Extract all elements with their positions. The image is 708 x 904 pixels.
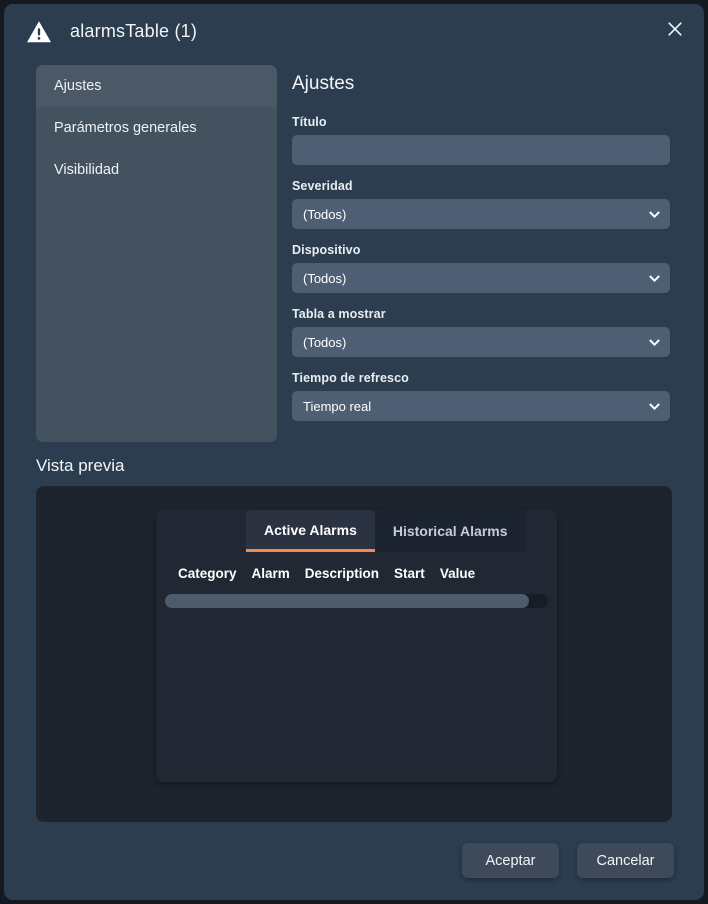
alarms-table-header-row: Category Alarm Description Start Value — [156, 552, 557, 581]
titulo-input[interactable] — [292, 135, 670, 165]
dialog-titlebar: alarmsTable (1) — [4, 4, 704, 59]
settings-form: Ajustes Título Severidad (Todos) Disposi… — [277, 65, 704, 442]
field-label: Dispositivo — [292, 243, 361, 257]
alarms-table-widget: Active Alarms Historical Alarms Category… — [156, 510, 557, 782]
column-header-description[interactable]: Description — [305, 566, 379, 581]
field-label: Título — [292, 115, 327, 129]
sidebar-item-label: Ajustes — [54, 78, 102, 94]
dialog-footer: Aceptar Cancelar — [462, 843, 674, 878]
sidebar-item-label: Visibilidad — [54, 162, 120, 178]
cancel-button[interactable]: Cancelar — [577, 843, 674, 878]
tab-active-alarms[interactable]: Active Alarms — [246, 510, 375, 552]
severidad-select[interactable]: (Todos) — [292, 199, 670, 229]
tabla-select[interactable]: (Todos) — [292, 327, 670, 357]
preview-panel: Active Alarms Historical Alarms Category… — [36, 486, 672, 822]
field-tabla-a-mostrar: Tabla a mostrar (Todos) — [292, 307, 670, 357]
close-icon — [667, 21, 683, 42]
field-titulo: Título — [292, 115, 670, 165]
tiempo-refresco-select[interactable]: Tiempo real — [292, 391, 670, 421]
widget-tabstrip: Active Alarms Historical Alarms — [156, 510, 557, 552]
column-header-start[interactable]: Start — [394, 566, 425, 581]
field-tiempo-de-refresco: Tiempo de refresco Tiempo real — [292, 371, 670, 421]
dialog-body: Ajustes Parámetros generales Visibilidad… — [4, 59, 704, 442]
column-header-category[interactable]: Category — [178, 566, 237, 581]
sidebar-item-parametros-generales[interactable]: Parámetros generales — [36, 107, 277, 149]
close-button[interactable] — [660, 17, 690, 47]
sidebar-item-label: Parámetros generales — [54, 120, 197, 136]
tab-label: Active Alarms — [264, 521, 357, 538]
horizontal-scrollbar-track[interactable] — [165, 594, 548, 608]
field-label: Severidad — [292, 179, 353, 193]
tab-label: Historical Alarms — [392, 523, 508, 539]
column-header-value[interactable]: Value — [440, 566, 475, 581]
column-header-alarm[interactable]: Alarm — [252, 566, 290, 581]
horizontal-scrollbar-thumb[interactable] — [165, 594, 529, 608]
sidebar-item-visibilidad[interactable]: Visibilidad — [36, 149, 277, 191]
settings-sidebar: Ajustes Parámetros generales Visibilidad — [36, 65, 277, 442]
section-title: Ajustes — [292, 73, 355, 94]
sidebar-item-ajustes[interactable]: Ajustes — [36, 65, 277, 107]
warning-triangle-icon — [26, 19, 52, 45]
accept-button[interactable]: Aceptar — [462, 843, 559, 878]
tiempo-refresco-select-value: Tiempo real — [292, 391, 670, 421]
page-title: alarmsTable (1) — [70, 21, 198, 41]
settings-dialog: alarmsTable (1) Ajustes Parámetros gener… — [4, 4, 704, 900]
field-dispositivo: Dispositivo (Todos) — [292, 243, 670, 293]
dispositivo-select[interactable]: (Todos) — [292, 263, 670, 293]
field-label: Tabla a mostrar — [292, 307, 386, 321]
tab-historical-alarms[interactable]: Historical Alarms — [374, 510, 526, 552]
dispositivo-select-value: (Todos) — [292, 263, 670, 293]
severidad-select-value: (Todos) — [292, 199, 670, 229]
field-severidad: Severidad (Todos) — [292, 179, 670, 229]
field-label: Tiempo de refresco — [292, 371, 409, 385]
preview-heading: Vista previa — [36, 456, 125, 475]
tabla-select-value: (Todos) — [292, 327, 670, 357]
